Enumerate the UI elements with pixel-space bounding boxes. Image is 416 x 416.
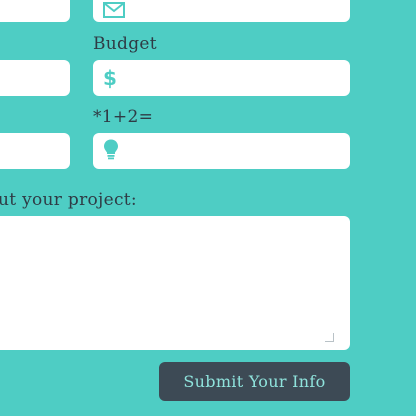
project-textarea[interactable] (0, 216, 350, 350)
project-label: ut your project: (0, 190, 137, 210)
left-field-top[interactable] (0, 0, 70, 22)
resize-handle[interactable] (325, 333, 334, 342)
lightbulb-icon (103, 139, 119, 164)
captcha-field[interactable] (93, 133, 350, 169)
budget-label: Budget (93, 34, 157, 54)
envelope-icon (103, 1, 125, 21)
dollar-icon: $ (103, 66, 117, 90)
captcha-label: *1+2= (93, 107, 154, 127)
left-field-bottom[interactable] (0, 133, 70, 169)
captcha-input[interactable] (133, 133, 340, 169)
left-field-middle[interactable] (0, 60, 70, 96)
project-textarea-box[interactable] (0, 216, 350, 350)
email-field[interactable] (93, 0, 350, 22)
budget-field[interactable]: $ (93, 60, 350, 96)
budget-input[interactable] (133, 60, 340, 96)
submit-button[interactable]: Submit Your Info (159, 362, 350, 401)
